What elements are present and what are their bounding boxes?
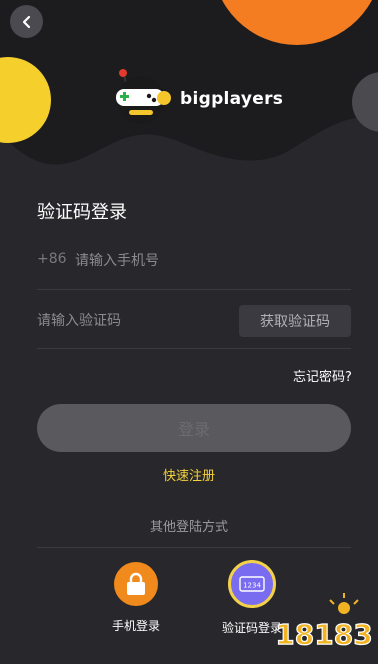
watermark-text: 18183: [275, 618, 372, 651]
other-login-label: 其他登陆方式: [149, 520, 228, 535]
verification-code-input[interactable]: [37, 308, 227, 334]
app-name: bigplayers: [180, 89, 284, 109]
page-title: 验证码登录: [37, 202, 127, 223]
phone-input[interactable]: [75, 248, 325, 274]
18183-watermark-logo: 18183: [275, 593, 373, 652]
get-code-button[interactable]: 获取验证码: [239, 305, 351, 337]
chevron-left-icon: [22, 15, 30, 28]
login-button[interactable]: 登录: [37, 404, 351, 452]
back-button[interactable]: [10, 5, 43, 38]
phone-row: +86: [37, 244, 351, 290]
quick-register-link[interactable]: 快速注册: [0, 465, 378, 484]
code-card-text: 1234: [243, 582, 261, 590]
code-login-circle: 1234: [228, 560, 276, 608]
forgot-password-link[interactable]: 忘记密码?: [293, 366, 352, 385]
phone-login-label: 手机登录: [111, 619, 160, 633]
phone-login-option[interactable]: 手机登录: [86, 562, 186, 634]
code-row: 获取验证码: [37, 303, 351, 349]
lock-icon: [127, 572, 145, 595]
divider: [37, 547, 351, 548]
header: bigplayers: [0, 0, 378, 190]
code-card-icon: 1234: [239, 576, 265, 592]
robot-logo-icon: [116, 69, 171, 124]
phone-login-circle: [114, 562, 158, 606]
country-code-prefix[interactable]: +86: [37, 251, 67, 267]
